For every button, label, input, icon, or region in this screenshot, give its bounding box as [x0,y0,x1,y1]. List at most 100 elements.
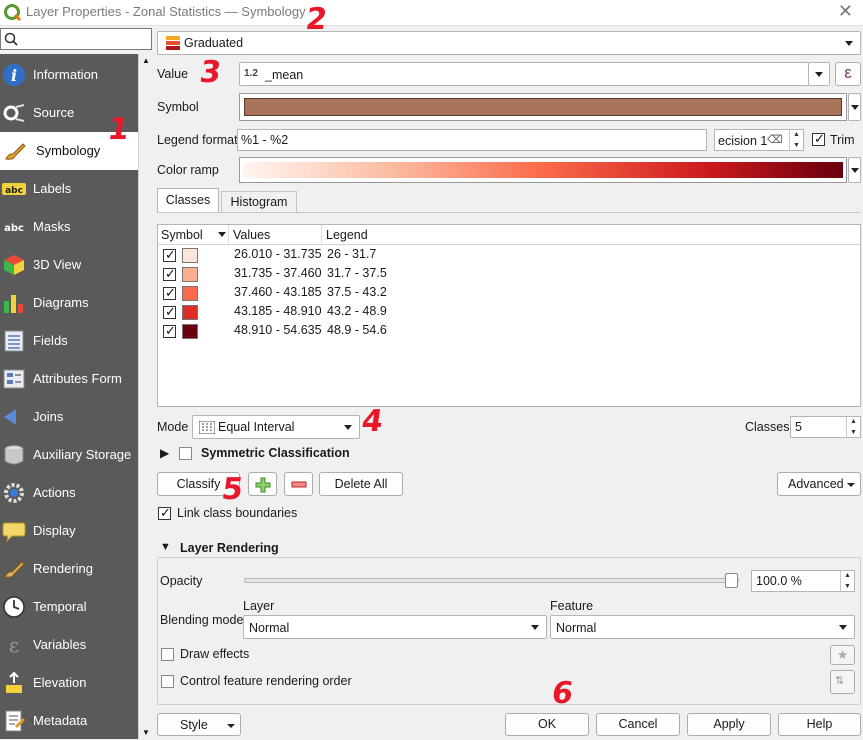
class-symbol-swatch[interactable] [182,248,198,263]
classes-spin-arrows[interactable]: ▲ ▼ [846,417,860,437]
sidebar-item-label: Labels [33,181,72,196]
sidebar-item-joins[interactable]: Joins [0,398,138,436]
table-row[interactable]: 48.910 - 54.635 48.9 - 54.6 [158,322,858,341]
layer-blend-combo[interactable]: Normal [243,615,547,639]
class-values[interactable]: 43.185 - 48.910 [234,304,322,318]
opacity-spinbox[interactable]: 100.0 % ▲ ▼ [751,570,855,592]
symbol-button[interactable] [239,93,847,121]
classes-table[interactable]: Symbol Values Legend 26.010 - 31.735 26 … [157,224,861,407]
column-header-legend[interactable]: Legend [326,225,368,245]
mode-combo[interactable]: Equal Interval [192,415,360,439]
symbol-dropdown-button[interactable] [848,93,861,121]
class-visibility-checkbox[interactable] [163,285,176,301]
control-order-checkbox[interactable] [161,675,174,688]
delete-all-button[interactable]: Delete All [319,472,403,496]
sidebar-scrollbar[interactable]: ▲ ▼ [138,54,152,739]
classes-count-spinbox[interactable]: 5 ▲ ▼ [790,416,861,438]
table-row[interactable]: 43.185 - 48.910 43.2 - 48.9 [158,303,858,322]
class-values[interactable]: 31.735 - 37.460 [234,266,322,280]
sidebar-item-labels[interactable]: abc Labels [0,170,138,208]
table-header: Symbol Values Legend [158,225,860,245]
tab-classes[interactable]: Classes [157,188,219,212]
class-symbol-swatch[interactable] [182,267,198,282]
legend-format-input[interactable]: %1 - %2 [237,129,707,151]
sidebar-item-elevation[interactable]: Elevation [0,664,138,702]
symmetric-checkbox[interactable] [179,447,192,460]
sidebar-item-display[interactable]: Display [0,512,138,550]
trim-checkbox[interactable] [812,131,825,147]
add-class-button[interactable] [248,472,277,496]
opacity-spin-arrows[interactable]: ▲ ▼ [840,571,854,591]
expression-button[interactable]: ε [835,62,861,86]
precision-spin-arrows[interactable]: ▲ ▼ [789,130,803,150]
sidebar-item-actions[interactable]: Actions [0,474,138,512]
advanced-button[interactable]: Advanced [777,472,861,496]
link-boundaries-checkbox[interactable] [158,505,171,521]
tab-histogram[interactable]: Histogram [221,191,297,212]
style-button[interactable]: Style [157,713,241,736]
column-header-values[interactable]: Values [233,225,270,245]
sidebar-item-fields[interactable]: Fields [0,322,138,360]
ok-button[interactable]: OK [505,713,589,736]
renderer-combo[interactable]: Graduated [157,31,861,55]
sidebar-item-diagrams[interactable]: Diagrams [0,284,138,322]
sidebar-item-auxiliary-storage[interactable]: Auxiliary Storage [0,436,138,474]
sidebar-item-label: Elevation [33,675,87,690]
opacity-slider[interactable] [244,573,739,588]
class-legend[interactable]: 43.2 - 48.9 [327,304,387,318]
scroll-up-icon[interactable]: ▲ [142,56,150,65]
sidebar-item-masks[interactable]: abc Masks [0,208,138,246]
feature-blend-combo[interactable]: Normal [550,615,855,639]
close-icon[interactable]: ✕ [838,1,853,22]
sidebar-item-rendering[interactable]: Rendering [0,550,138,588]
class-values[interactable]: 48.910 - 54.635 [234,323,322,337]
svg-text:ε: ε [9,633,19,657]
control-order-settings-button[interactable]: ⇅ [830,670,855,694]
table-row[interactable]: 31.735 - 37.460 31.7 - 37.5 [158,265,858,284]
sidebar-item-attributes-form[interactable]: Attributes Form [0,360,138,398]
remove-class-button[interactable] [284,472,313,496]
color-ramp-dropdown-button[interactable] [848,157,861,183]
class-visibility-checkbox[interactable] [163,323,176,339]
class-legend[interactable]: 31.7 - 37.5 [327,266,387,280]
column-header-symbol[interactable]: Symbol [161,225,203,245]
cube-3d-icon [4,255,24,275]
class-values[interactable]: 26.010 - 31.735 [234,247,322,261]
class-symbol-swatch[interactable] [182,305,198,320]
value-field-combo[interactable]: 1.2 _mean [239,62,809,86]
sidebar-item-information[interactable]: i Information [0,56,138,94]
opacity-slider-handle[interactable] [725,573,738,588]
expand-arrow-icon[interactable]: ▶ [160,446,169,460]
class-legend[interactable]: 48.9 - 54.6 [327,323,387,337]
chevron-down-icon [531,625,539,630]
clear-icon[interactable]: ⌫ [767,133,783,146]
table-row[interactable]: 26.010 - 31.735 26 - 31.7 [158,246,858,265]
advanced-label: Advanced [788,477,844,491]
class-legend[interactable]: 37.5 - 43.2 [327,285,387,299]
help-button[interactable]: Help [778,713,861,736]
qgis-logo-icon [4,4,22,22]
sidebar-item-3d-view[interactable]: 3D View [0,246,138,284]
collapse-arrow-icon[interactable]: ▼ [160,541,171,553]
sort-chevron-icon[interactable] [218,232,226,237]
search-input[interactable] [0,28,152,50]
draw-effects-settings-button[interactable]: ★ [830,645,855,665]
class-legend[interactable]: 26 - 31.7 [327,247,376,261]
cancel-button[interactable]: Cancel [596,713,680,736]
class-values[interactable]: 37.460 - 43.185 [234,285,322,299]
draw-effects-checkbox[interactable] [161,648,174,661]
class-visibility-checkbox[interactable] [163,304,176,320]
class-visibility-checkbox[interactable] [163,247,176,263]
class-visibility-checkbox[interactable] [163,266,176,282]
apply-button[interactable]: Apply [687,713,771,736]
table-row[interactable]: 37.460 - 43.185 37.5 - 43.2 [158,284,858,303]
class-symbol-swatch[interactable] [182,324,198,339]
sidebar-item-metadata[interactable]: Metadata [0,702,138,740]
scroll-down-icon[interactable]: ▼ [142,728,150,737]
value-dropdown-button[interactable] [808,62,830,86]
precision-spinbox[interactable]: ecision 1 ⌫ ▲ ▼ [714,129,804,151]
class-symbol-swatch[interactable] [182,286,198,301]
sidebar-item-variables[interactable]: ε Variables [0,626,138,664]
color-ramp-button[interactable] [239,157,847,183]
sidebar-item-temporal[interactable]: Temporal [0,588,138,626]
